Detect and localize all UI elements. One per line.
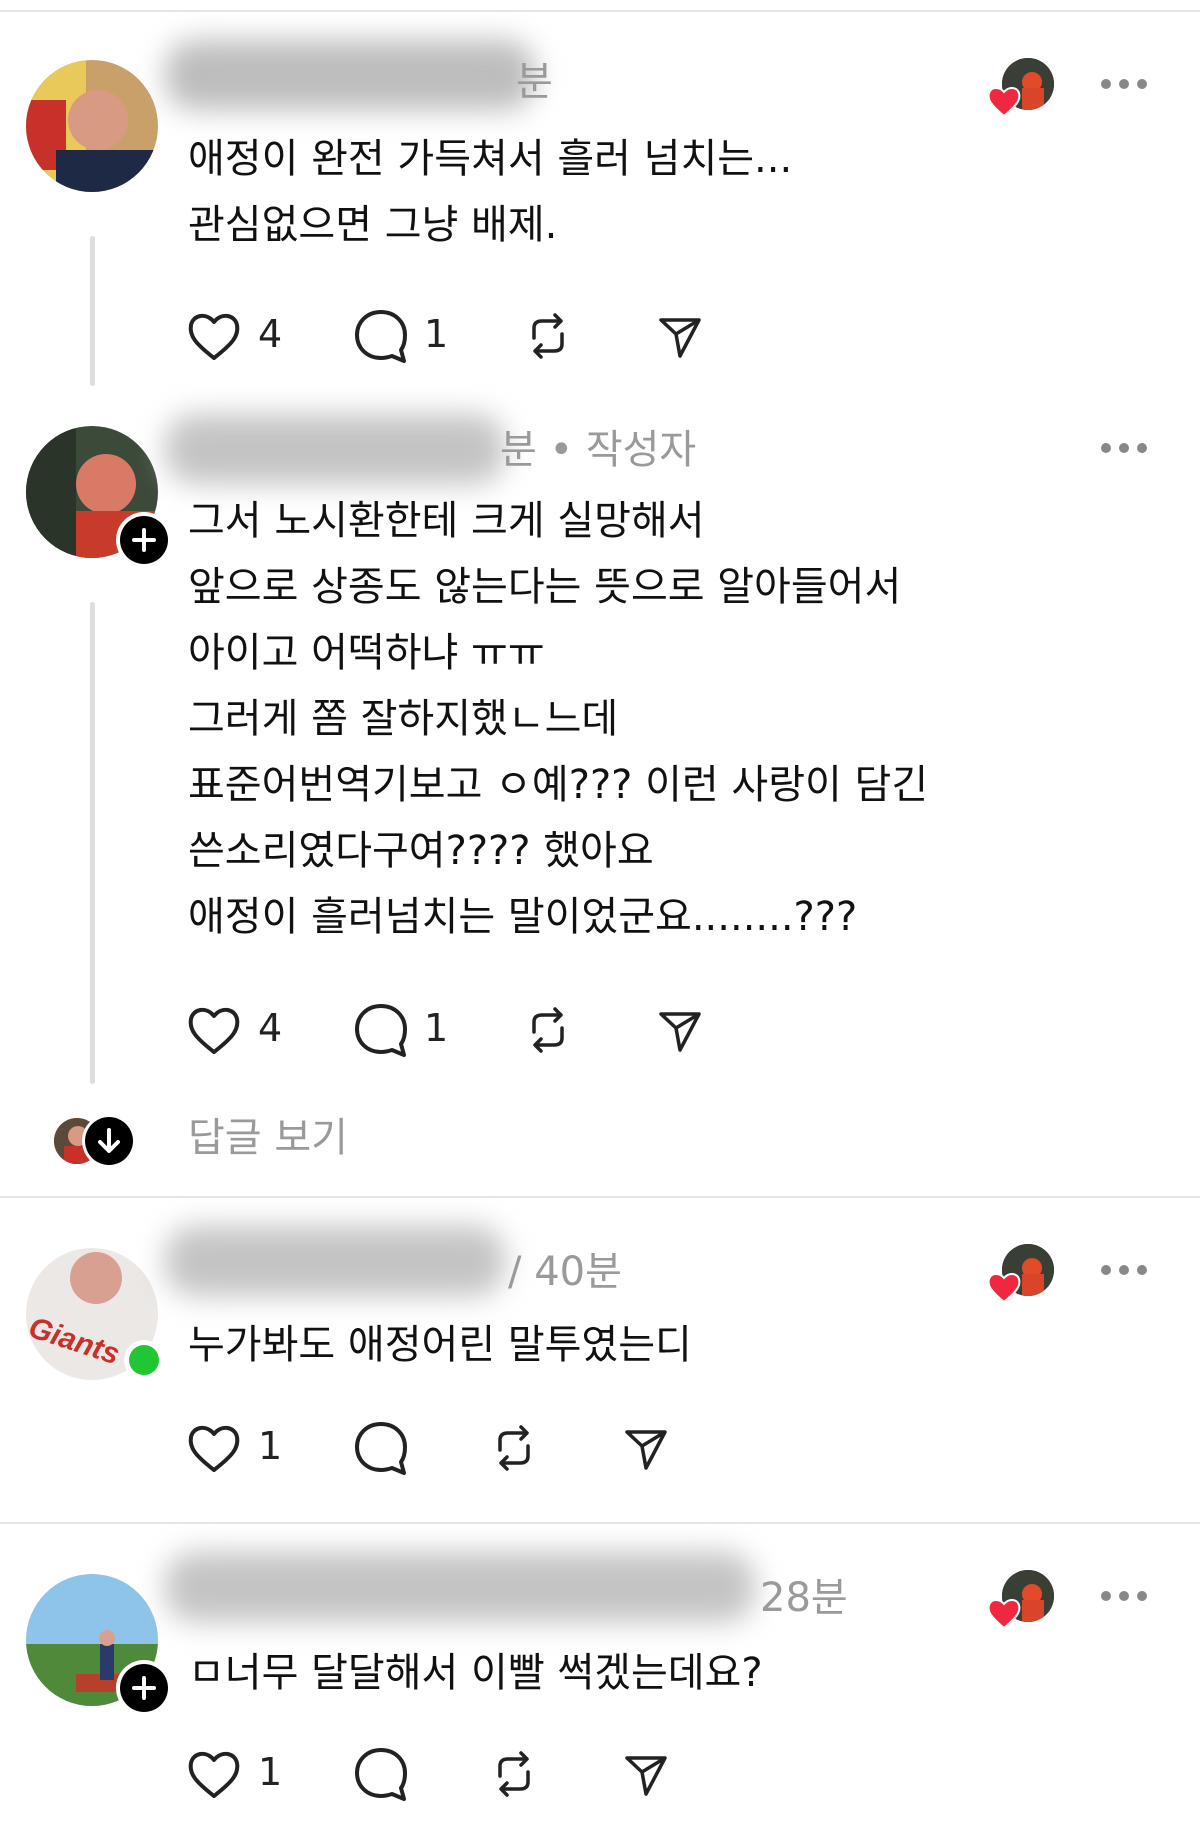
liked-heart-icon — [987, 1273, 1021, 1304]
share-icon[interactable] — [622, 1744, 670, 1804]
author-name-blurred[interactable] — [165, 40, 535, 110]
action-bar: 1 — [186, 1418, 676, 1478]
action-bar: 1 — [186, 1744, 676, 1804]
action-bar: 4 1 — [186, 306, 706, 366]
post-line: 관심없으면 그냥 배제. — [188, 202, 558, 248]
thread-line — [90, 236, 95, 386]
post-body: 애정이 완전 가득쳐서 흘러 넘치는... 관심없으면 그냥 배제. — [188, 126, 792, 258]
post-line: 쓴소리였다구여???? 했아요 — [188, 828, 654, 874]
post-body: 그서 노시환한테 크게 실망해서 앞으로 상종도 않는다는 뜻으로 알아들어서 … — [188, 488, 928, 950]
author-name-blurred[interactable] — [165, 414, 505, 484]
reply-count: 1 — [424, 312, 449, 356]
share-icon[interactable] — [656, 1000, 704, 1060]
repost-icon[interactable] — [490, 1418, 538, 1478]
author-name-blurred[interactable] — [165, 1226, 505, 1296]
avatar-image — [26, 60, 158, 192]
post-line: 누가봐도 애정어린 말투였는디 — [188, 1322, 692, 1368]
comment-icon[interactable] — [352, 306, 410, 366]
post-line: 애정이 흘러넘치는 말이었군요........??? — [188, 894, 858, 940]
like-count: 1 — [258, 1750, 283, 1794]
like-count: 1 — [258, 1424, 283, 1468]
post-time: / 40분 — [508, 1249, 622, 1295]
post-body: ㅁ너무 달달해서 이빨 썩겠는데요? — [188, 1640, 763, 1706]
more-icon[interactable] — [1098, 74, 1150, 94]
follow-button[interactable] — [116, 512, 172, 568]
more-icon[interactable] — [1098, 1260, 1150, 1280]
like-count: 4 — [258, 1006, 283, 1050]
online-status-dot — [124, 1340, 164, 1380]
comment-icon[interactable] — [352, 1744, 410, 1804]
arrow-down-icon — [98, 1128, 120, 1153]
post-divider — [0, 1196, 1200, 1198]
repost-icon[interactable] — [490, 1744, 538, 1804]
more-icon[interactable] — [1098, 438, 1150, 458]
like-count: 4 — [258, 312, 283, 356]
top-divider — [0, 10, 1200, 12]
heart-icon[interactable] — [186, 1000, 242, 1060]
repost-icon[interactable] — [524, 1000, 572, 1060]
heart-icon[interactable] — [186, 306, 242, 366]
share-icon[interactable] — [656, 306, 704, 366]
post-line: ㅁ너무 달달해서 이빨 썩겠는데요? — [188, 1650, 763, 1696]
post-time: 분 — [516, 59, 553, 105]
post-line: 애정이 완전 가득쳐서 흘러 넘치는... — [188, 136, 793, 182]
thread-line — [90, 602, 95, 1084]
post-line: 표준어번역기보고 ㅇ예??? 이런 사랑이 담긴 — [188, 762, 929, 808]
follow-button[interactable] — [116, 1660, 172, 1716]
heart-icon[interactable] — [186, 1418, 242, 1478]
plus-icon — [132, 1676, 156, 1700]
post-line: 아이고 어떡하냐 ㅠㅠ — [188, 630, 545, 676]
repost-icon[interactable] — [524, 306, 572, 366]
share-icon[interactable] — [622, 1418, 670, 1478]
post-line: 그서 노시환한테 크게 실망해서 — [188, 498, 705, 544]
plus-icon — [132, 528, 156, 552]
reply-count: 1 — [424, 1006, 449, 1050]
post-time: 28분 — [760, 1575, 848, 1621]
liked-heart-icon — [987, 1599, 1021, 1630]
post-line: 앞으로 상종도 않는다는 뜻으로 알아들어서 — [188, 564, 902, 610]
liked-heart-icon — [987, 87, 1021, 118]
post-divider — [0, 1522, 1200, 1524]
avatar[interactable] — [26, 60, 158, 192]
comment-icon[interactable] — [352, 1000, 410, 1060]
view-replies-button[interactable] — [82, 1114, 136, 1168]
view-replies-label[interactable]: 답글 보기 — [188, 1110, 348, 1166]
comment-icon[interactable] — [352, 1418, 410, 1478]
author-name-blurred[interactable] — [165, 1552, 755, 1622]
post-line: 그러게 쫌 잘하지했ㄴ느데 — [188, 696, 619, 742]
post-body: 누가봐도 애정어린 말투였는디 — [188, 1312, 692, 1378]
action-bar: 4 1 — [186, 1000, 706, 1060]
more-icon[interactable] — [1098, 1586, 1150, 1606]
heart-icon[interactable] — [186, 1744, 242, 1804]
post-time-author-tag: 분 • 작성자 — [500, 427, 697, 473]
